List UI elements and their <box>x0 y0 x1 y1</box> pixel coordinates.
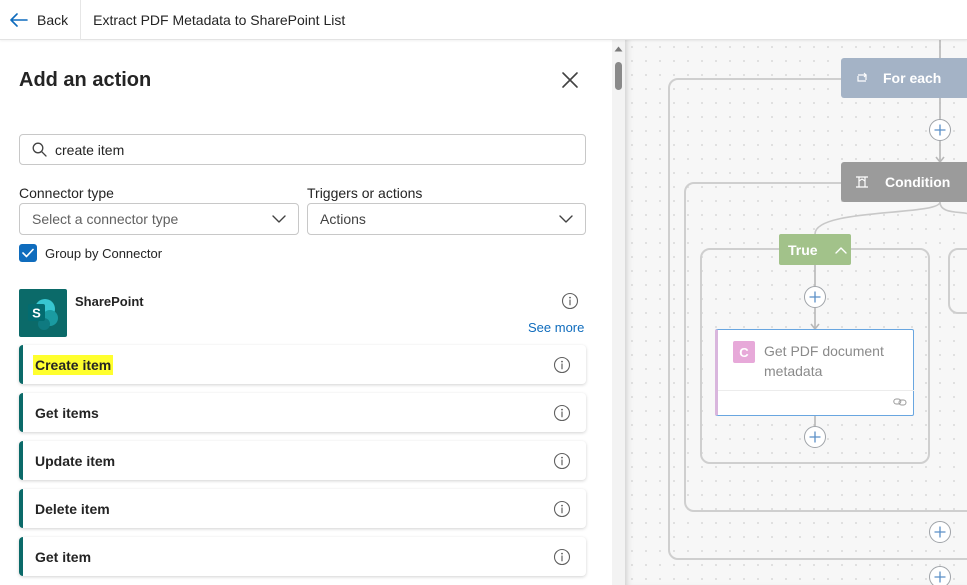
chevron-down-icon <box>559 215 573 223</box>
group-by-connector-label: Group by Connector <box>45 245 163 261</box>
false-branch-scope <box>948 248 967 314</box>
connector-type-placeholder: Select a connector type <box>32 211 179 227</box>
for-each-label: For each <box>883 70 942 86</box>
close-button[interactable] <box>560 70 580 90</box>
add-step-button[interactable] <box>804 286 826 308</box>
for-each-node[interactable]: For each <box>841 58 967 98</box>
triggers-actions-value: Actions <box>320 211 366 227</box>
action-item-update-item[interactable]: Update item <box>19 441 586 480</box>
action-item-delete-item[interactable]: Delete item <box>19 489 586 528</box>
triggers-actions-label: Triggers or actions <box>307 185 423 201</box>
chevron-down-icon <box>272 215 286 223</box>
condition-label: Condition <box>885 174 951 190</box>
group-by-connector-checkbox[interactable]: Group by Connector <box>19 244 162 262</box>
close-icon <box>562 72 578 88</box>
action-label: Get item <box>35 548 92 565</box>
checkbox-checked-icon <box>19 244 37 262</box>
loop-icon <box>857 72 867 82</box>
arrow-left-icon <box>10 12 28 27</box>
add-step-button[interactable] <box>929 521 951 543</box>
true-branch-node[interactable]: True <box>779 234 851 265</box>
card-divider <box>718 390 914 391</box>
condition-node[interactable]: Condition <box>841 162 967 202</box>
search-input[interactable] <box>55 141 555 158</box>
connector-type-dropdown[interactable]: Select a connector type <box>19 203 299 235</box>
get-pdf-metadata-card[interactable]: C Get PDF document metadata <box>715 329 914 416</box>
info-icon[interactable] <box>553 452 571 470</box>
panel-scrollbar[interactable] <box>612 40 625 585</box>
info-icon[interactable] <box>553 356 571 374</box>
plus-icon <box>934 571 946 583</box>
connector-info-button[interactable] <box>561 292 579 315</box>
top-bar: Back Extract PDF Metadata to SharePoint … <box>0 0 967 40</box>
add-step-button[interactable] <box>929 119 951 141</box>
add-step-button[interactable] <box>804 426 826 448</box>
panel-title: Add an action <box>19 69 152 91</box>
info-icon <box>561 292 579 310</box>
condition-icon <box>856 176 868 188</box>
link-icon <box>893 398 907 406</box>
sharepoint-logo: S <box>19 289 67 337</box>
plus-icon <box>934 124 946 136</box>
true-branch-label: True <box>788 241 818 258</box>
info-icon[interactable] <box>553 548 571 566</box>
connector-type-label: Connector type <box>19 185 114 201</box>
plus-icon <box>809 291 821 303</box>
action-item-get-item[interactable]: Get item <box>19 537 586 576</box>
search-box[interactable] <box>19 134 586 165</box>
see-more-link[interactable]: See more <box>528 320 584 335</box>
search-icon <box>32 142 47 157</box>
scroll-up-arrow-icon[interactable] <box>614 46 623 52</box>
triggers-actions-dropdown[interactable]: Actions <box>307 203 586 235</box>
flow-title: Extract PDF Metadata to SharePoint List <box>93 11 346 28</box>
pdf-action-icon: C <box>733 341 755 363</box>
action-label: Update item <box>35 452 116 469</box>
action-label: Create item <box>33 354 114 375</box>
connector-name: SharePoint <box>75 294 144 309</box>
add-step-button[interactable] <box>929 566 951 585</box>
plus-icon <box>934 526 946 538</box>
back-label: Back <box>37 11 69 28</box>
info-icon[interactable] <box>553 404 571 422</box>
back-button[interactable]: Back <box>0 0 82 40</box>
scrollbar-thumb[interactable] <box>615 62 622 90</box>
sharepoint-logo-letter: S <box>32 306 41 321</box>
add-action-panel: Add an action Connector type Select a co… <box>0 40 612 585</box>
action-item-get-items[interactable]: Get items <box>19 393 586 432</box>
action-item-create-item[interactable]: Create item <box>19 345 586 384</box>
action-label: Delete item <box>35 500 110 517</box>
flow-canvas[interactable]: For each Condition True C Get PDF docume… <box>625 40 967 585</box>
pdf-action-title: Get PDF document metadata <box>764 343 884 379</box>
chevron-up-icon[interactable] <box>834 246 847 254</box>
info-icon[interactable] <box>553 500 571 518</box>
plus-icon <box>809 431 821 443</box>
action-label: Get items <box>35 404 99 421</box>
